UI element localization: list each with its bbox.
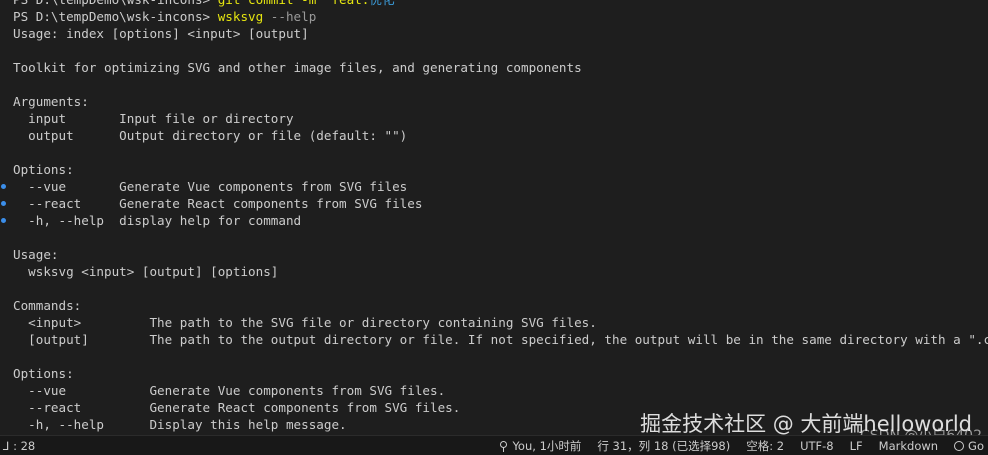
terminal-text-segment: wsksvg <input> [output] [options] xyxy=(13,264,279,279)
git-blame-label: You, 1小时前 xyxy=(512,438,582,453)
git-blame-item[interactable]: You, 1小时前 xyxy=(498,438,581,454)
git-commit-icon xyxy=(498,440,508,452)
terminal-line: <input> The path to the SVG file or dire… xyxy=(0,314,988,331)
terminal-line: wsksvg <input> [output] [options] xyxy=(0,263,988,280)
terminal-line: Arguments: xyxy=(0,93,988,110)
extra-status-label: Go xyxy=(968,438,984,453)
line-marker-dot-icon xyxy=(1,201,6,206)
terminal-text-segment: input Input file or directory xyxy=(13,111,294,126)
terminal-text-segment: Arguments: xyxy=(13,94,89,109)
terminal-text-segment: -h, --help Display this help message. xyxy=(13,417,347,432)
terminal-text-segment: <input> The path to the SVG file or dire… xyxy=(13,315,597,330)
terminal-text-segment: --vue Generate Vue components from SVG f… xyxy=(13,383,446,398)
terminal-line: --vue Generate Vue components from SVG f… xyxy=(0,382,988,399)
terminal-text-segment: --react Generate React components from S… xyxy=(13,196,423,211)
terminal-line: PS D:\tempDemo\wsk-incons> wsksvg --help xyxy=(0,8,988,25)
terminal-line: output Output directory or file (default… xyxy=(0,127,988,144)
terminal-line: -h, --help Display this help message. xyxy=(0,416,988,433)
extra-status-item[interactable]: Go xyxy=(954,439,984,453)
terminal-text-segment: PS D:\tempDemo\wsk-incons> xyxy=(13,9,218,24)
terminal-text-segment: output Output directory or file (default… xyxy=(13,128,408,143)
notification-icon xyxy=(954,440,965,451)
line-marker-dot-icon xyxy=(1,184,6,189)
terminal-text-segment: Usage: index [options] <input> [output] xyxy=(13,26,309,41)
terminal-text-segment: -h, --help display help for command xyxy=(13,213,302,228)
terminal-text-segment: PS D:\tempDemo\wsk-incons> xyxy=(13,0,218,7)
terminal-line: Options: xyxy=(0,161,988,178)
language-mode[interactable]: Markdown xyxy=(879,439,938,453)
terminal-line: Usage: index [options] <input> [output] xyxy=(0,25,988,42)
terminal-text-segment: --help xyxy=(263,9,317,24)
terminal-text-segment: 优化 xyxy=(369,0,394,7)
terminal-line: -h, --help display help for command xyxy=(0,212,988,229)
encoding[interactable]: UTF-8 xyxy=(800,439,834,453)
terminal-output[interactable]: PS D:\tempDemo\wsk-incons> git commit -m… xyxy=(0,0,988,437)
status-bar: ⅃ : 28 You, 1小时前 行 31，列 18 (已选择98) 空格: 2… xyxy=(0,435,988,455)
terminal-line: Options: xyxy=(0,365,988,382)
terminal-text-segment: --react Generate React components from S… xyxy=(13,400,461,415)
terminal-line: --react Generate React components from S… xyxy=(0,399,988,416)
terminal-line: input Input file or directory xyxy=(0,110,988,127)
terminal-line: PS D:\tempDemo\wsk-incons> git commit -m… xyxy=(0,0,988,8)
status-left-indicator[interactable]: ⅃ : 28 xyxy=(0,439,35,453)
terminal-line: Commands: xyxy=(0,297,988,314)
indentation[interactable]: 空格: 2 xyxy=(746,438,784,454)
terminal-line: --vue Generate Vue components from SVG f… xyxy=(0,178,988,195)
terminal-text-segment: git commit -m "feat: xyxy=(218,0,370,7)
terminal-text-segment: [output] The path to the output director… xyxy=(13,332,988,347)
terminal-text-segment: Toolkit for optimizing SVG and other ima… xyxy=(13,60,582,75)
end-of-line[interactable]: LF xyxy=(850,439,863,453)
terminal-text-segment: Usage: xyxy=(13,247,59,262)
terminal-line: Usage: xyxy=(0,246,988,263)
terminal-text-segment: Options: xyxy=(13,162,74,177)
terminal-text-segment: Options: xyxy=(13,366,74,381)
terminal-line: Toolkit for optimizing SVG and other ima… xyxy=(0,59,988,76)
terminal-line: [output] The path to the output director… xyxy=(0,331,988,348)
terminal-text-segment: --vue Generate Vue components from SVG f… xyxy=(13,179,408,194)
terminal-text-segment: Commands: xyxy=(13,298,82,313)
line-marker-dot-icon xyxy=(1,218,6,223)
terminal-text-segment: wsksvg xyxy=(217,9,264,24)
cursor-position[interactable]: 行 31，列 18 (已选择98) xyxy=(597,438,730,454)
terminal-line: --react Generate React components from S… xyxy=(0,195,988,212)
